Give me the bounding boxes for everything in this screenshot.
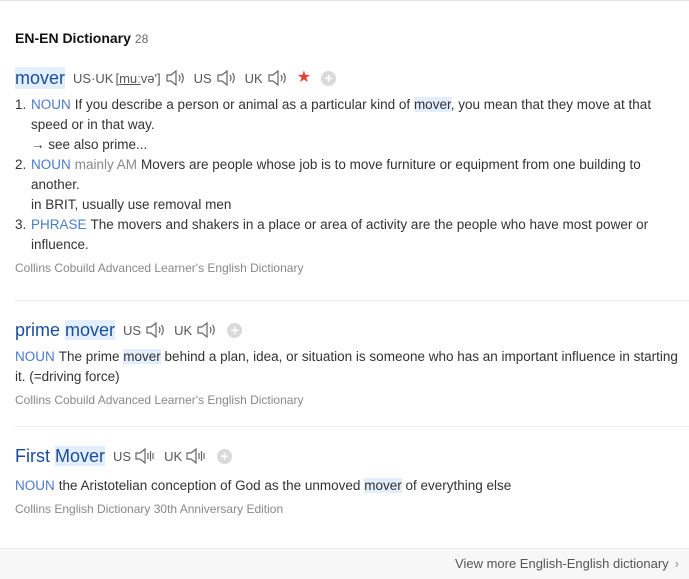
entry-headline: First Mover US UK + <box>15 445 679 467</box>
entry-mover: mover US·UK [muːvə'] US UK ★ + 1. NOUN If… <box>0 67 689 276</box>
footer-bar: View more English-English dictionary › <box>0 548 689 579</box>
us-label: US <box>193 70 212 86</box>
dictionary-source: Collins English Dictionary 30th Annivers… <box>15 502 284 516</box>
uk-label: UK <box>164 448 183 464</box>
highlight-word: mover <box>413 97 451 112</box>
usage-note: in BRIT, usually use removal men <box>31 197 232 212</box>
definition: NOUN the Aristotelian conception of God a… <box>15 478 512 493</box>
speaker-icon-us[interactable] <box>144 321 166 339</box>
part-of-speech: NOUN <box>31 97 71 112</box>
speaker-icon-uk[interactable] <box>185 447 207 465</box>
uk-label: UK <box>174 322 193 338</box>
view-more-link[interactable]: View more English-English dictionary › <box>455 556 679 571</box>
dictionary-header: EN-EN Dictionary 28 <box>15 30 148 47</box>
add-icon[interactable]: + <box>217 448 233 464</box>
entry-prime-mover: prime mover US UK + NOUN The prime mover … <box>0 319 689 408</box>
part-of-speech: NOUN <box>31 157 71 172</box>
speaker-icon-uk[interactable] <box>266 69 288 87</box>
us-label: US <box>113 448 132 464</box>
highlight-word: mover <box>123 349 161 364</box>
add-icon[interactable]: + <box>227 322 243 338</box>
chevron-right-icon: › <box>674 556 679 571</box>
speaker-icon-uk[interactable] <box>195 321 217 339</box>
sense-text: The movers and shakers in a place or are… <box>31 217 649 252</box>
speaker-icon[interactable] <box>164 69 186 87</box>
part-of-speech: NOUN <box>15 478 55 493</box>
entry-divider <box>15 300 689 301</box>
part-of-speech: NOUN <box>15 349 55 364</box>
definition: NOUN The prime mover behind a plan, idea,… <box>15 349 678 384</box>
pron-label: US·UK <box>73 70 114 86</box>
speaker-icon-us[interactable] <box>215 69 237 87</box>
add-icon[interactable]: + <box>321 70 337 86</box>
sense-text: If you describe a person or animal as a … <box>74 97 414 112</box>
entry-first-mover: First Mover US UK + NOUN the Aristotelian… <box>0 445 689 517</box>
us-label: US <box>123 322 142 338</box>
sense-number: 1. <box>15 97 27 112</box>
region-label: mainly AM <box>74 157 138 172</box>
sense-list: 1. NOUN If you describe a person or anima… <box>15 95 679 255</box>
sense-number: 3. <box>15 217 27 232</box>
uk-label: UK <box>244 70 263 86</box>
headword[interactable]: mover <box>15 67 66 89</box>
dictionary-source: Collins Cobuild Advanced Learner's Engli… <box>15 393 304 407</box>
dictionary-title: EN-EN Dictionary <box>15 30 131 46</box>
speaker-icon-us[interactable] <box>134 447 156 465</box>
sense-item: 2. NOUN mainly AM Movers are people whose … <box>15 155 679 215</box>
entry-headline: mover US·UK [muːvə'] US UK ★ + <box>15 67 679 89</box>
sense-item: 3. PHRASE The movers and shakers in a pla… <box>15 215 679 255</box>
entry-headline: prime mover US UK + <box>15 319 679 341</box>
favorite-star-icon[interactable]: ★ <box>297 69 311 87</box>
see-also-link[interactable]: → see also prime... <box>31 135 679 155</box>
entry-divider <box>15 426 689 427</box>
headword[interactable]: prime mover <box>15 319 116 341</box>
part-of-speech: PHRASE <box>31 217 87 232</box>
result-count: 28 <box>134 32 149 46</box>
sense-number: 2. <box>15 157 27 172</box>
headword[interactable]: First Mover <box>15 445 106 467</box>
ipa-transcription: [muːvə'] <box>115 70 161 86</box>
sense-item: 1. NOUN If you describe a person or anima… <box>15 95 679 155</box>
highlight-word: mover <box>364 478 402 493</box>
top-border <box>0 0 689 1</box>
dictionary-source: Collins Cobuild Advanced Learner's Engli… <box>15 261 304 275</box>
